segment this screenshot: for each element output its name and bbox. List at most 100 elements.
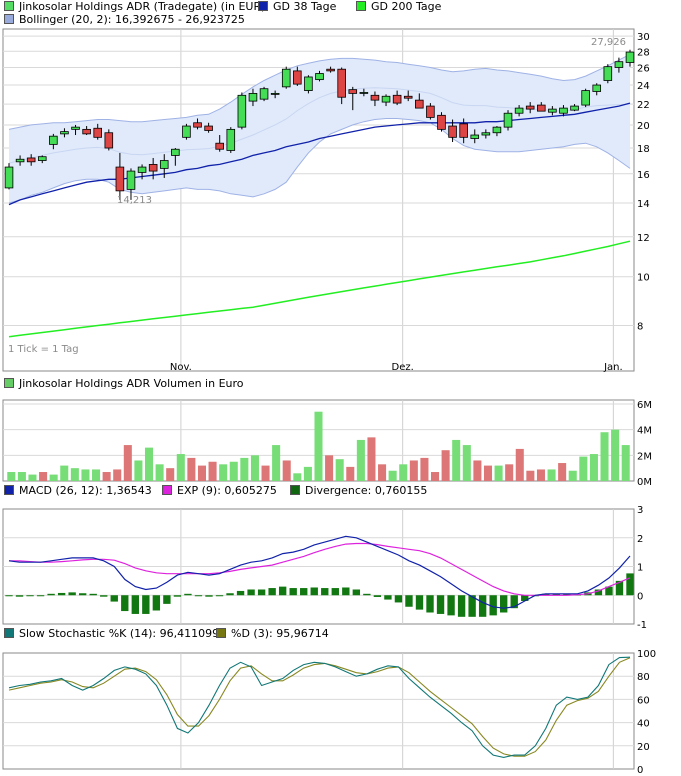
legend-bollinger-label: Bollinger (20, 2): 16,392675 - 26,923725 [19, 13, 245, 26]
volume-bar [219, 464, 228, 481]
candle-body [470, 134, 480, 139]
candle-body [215, 142, 224, 150]
macd-histogram-bar [110, 595, 118, 602]
volume-bar [240, 457, 249, 481]
volume-bar [420, 457, 429, 481]
macd-y-tick: 0 [637, 591, 643, 602]
macd-histogram-bar [436, 595, 445, 614]
volume-bar [261, 465, 270, 481]
macd-histogram-bar [626, 573, 634, 596]
macd-histogram-bar [78, 593, 87, 596]
macd-histogram-bar [152, 595, 161, 611]
volume-bar [123, 445, 132, 481]
volume-bar [155, 464, 164, 481]
macd-histogram-bar [131, 595, 139, 614]
candle-body [559, 107, 568, 114]
volume-bar [70, 468, 79, 481]
macd-histogram-bar [278, 586, 287, 596]
stoch-panel-frame [2, 652, 635, 770]
candle-body [437, 114, 446, 130]
legend-price-label: Jinkosolar Holdings ADR (Tradegate) (in … [19, 0, 266, 13]
candle-body [204, 125, 213, 131]
volume-bar [187, 457, 196, 481]
legend-swatch-divergence [290, 485, 300, 495]
volume-bar [611, 429, 620, 481]
candle-body [315, 73, 324, 81]
legend-divergence: Divergence: 0,760155 [290, 484, 427, 498]
candle-body [348, 89, 358, 94]
volume-bar [39, 472, 48, 481]
x-tick-label: Jan. [603, 362, 623, 373]
price-y-tick: 28 [637, 47, 650, 58]
candle-body [370, 94, 380, 101]
legend-swatch-exp [162, 485, 172, 495]
volume-bar [7, 472, 16, 481]
macd-histogram-bar [194, 595, 203, 597]
volume-bar [431, 472, 440, 481]
legend-gd200: GD 200 Tage [356, 0, 441, 14]
candle-body [49, 135, 58, 145]
macd-histogram-bar [426, 595, 434, 613]
legend-swatch-stoch-k [4, 628, 14, 638]
macd-histogram-bar [89, 593, 97, 596]
price-y-tick: 20 [637, 121, 650, 132]
macd-histogram-bar [26, 595, 34, 597]
stoch-y-tick: 60 [637, 695, 650, 706]
legend-gd200-label: GD 200 Tage [371, 0, 442, 13]
volume-bar [452, 439, 461, 481]
price-y-tick: 26 [637, 64, 650, 75]
macd-histogram-bar [405, 595, 413, 607]
volume-bar [60, 465, 69, 481]
macd-histogram-bar [57, 592, 66, 596]
macd-histogram-bar [142, 595, 150, 614]
volume-bar [113, 469, 122, 481]
macd-histogram-bar [352, 589, 361, 596]
volume-bar [547, 469, 556, 481]
volume-bar [388, 470, 397, 481]
volume-bar [303, 466, 312, 481]
candle-body [159, 160, 169, 169]
volume-bar [282, 460, 291, 481]
volume-bar [250, 455, 259, 481]
candle-body [503, 112, 513, 128]
candle-body [182, 125, 191, 138]
legend-macd-label: MACD (26, 12): 1,36543 [19, 484, 152, 497]
volume-bar [28, 474, 37, 481]
legend-swatch-volume [4, 378, 14, 388]
volume-bar [17, 472, 26, 481]
candle-body [171, 148, 180, 156]
legend-gd38: GD 38 Tage [258, 0, 336, 14]
macd-histogram-bar [321, 588, 329, 596]
volume-bar [229, 461, 238, 481]
volume-bar [409, 460, 418, 481]
macd-y-tick: 2 [637, 534, 643, 545]
volume-bar [515, 448, 524, 481]
macd-histogram-bar [257, 589, 266, 596]
volume-bar [526, 470, 535, 481]
volume-bar [92, 469, 101, 481]
legend-divergence-label: Divergence: 0,760155 [305, 484, 428, 497]
candle-body [326, 68, 335, 72]
candle-body [270, 92, 280, 95]
candle-body [126, 170, 136, 190]
volume-bar [473, 460, 482, 481]
macd-histogram-bar [236, 590, 245, 596]
candle-body [115, 166, 125, 192]
volume-y-tick: 6M [637, 400, 652, 411]
macd-histogram-bar [36, 595, 45, 597]
candle-body [514, 107, 524, 114]
x-tick-label: Dez. [392, 362, 414, 373]
low-annotation: 14,213 [117, 195, 152, 206]
candle-body [15, 158, 25, 163]
volume-bar [356, 439, 365, 481]
legend-stoch-k-label: Slow Stochastic %K (14): 96,411099 [19, 627, 220, 640]
candle-body [403, 95, 413, 99]
stoch-y-tick: 100 [637, 649, 656, 660]
volume-bar [134, 460, 143, 481]
candle-body [448, 125, 457, 138]
price-y-tick: 30 [637, 32, 650, 43]
volume-bar [621, 445, 630, 481]
candle-body [148, 164, 158, 172]
candle-body [525, 105, 535, 110]
volume-bar [102, 472, 111, 481]
